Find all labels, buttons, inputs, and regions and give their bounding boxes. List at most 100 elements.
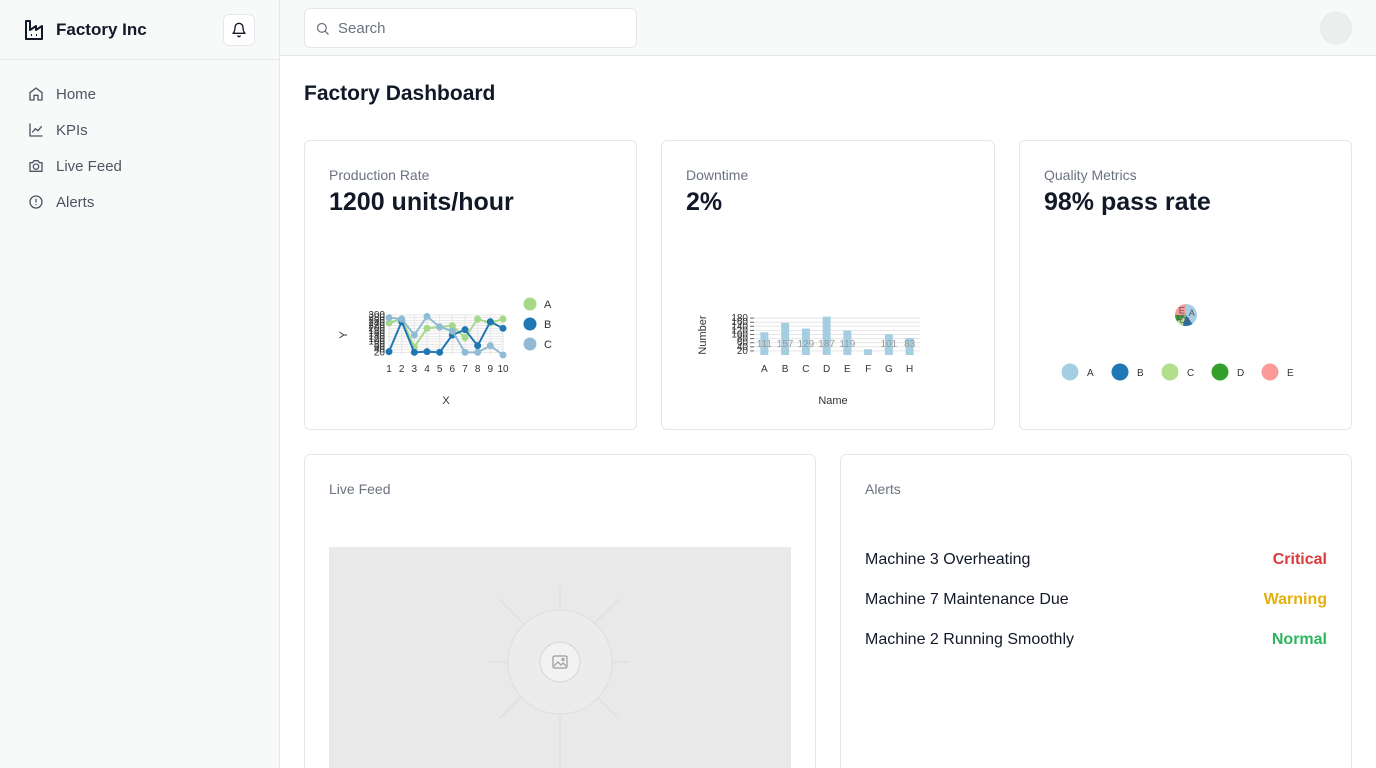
live-feed-image[interactable] — [329, 547, 791, 768]
legend-marker — [1161, 363, 1179, 381]
alert-circle-icon — [29, 195, 43, 209]
y-axis-label: Number — [697, 315, 709, 354]
data-label: 157 — [777, 339, 794, 350]
data-label: 187 — [818, 339, 835, 350]
legend-label: C — [544, 339, 552, 351]
data-point — [436, 348, 444, 356]
quality-pie-chart: ABCDEA B C D E — [1061, 304, 1294, 381]
x-tick-label: 4 — [424, 364, 430, 375]
data-point — [385, 314, 393, 322]
alert-item[interactable]: Machine 3 Overheating Critical — [865, 548, 1327, 572]
data-point — [423, 312, 431, 320]
data-label: 119 — [839, 339, 855, 350]
alert-name: Machine 3 Overheating — [865, 551, 1031, 568]
legend-label: D — [1237, 368, 1244, 379]
alert-item[interactable]: Machine 7 Maintenance Due Warning — [865, 588, 1327, 612]
data-point — [461, 326, 469, 334]
alert-status-badge: Normal — [1271, 631, 1327, 648]
sidebar-item-alerts[interactable]: Alerts — [16, 184, 263, 220]
image-placeholder — [489, 587, 629, 768]
x-tick-label: D — [823, 364, 830, 375]
search-input[interactable] — [338, 19, 618, 37]
bar-F — [864, 349, 873, 355]
data-label: 83 — [904, 339, 916, 350]
y-tick-label: 300 — [368, 310, 385, 321]
sidebar-item-kpis[interactable]: KPIs — [16, 112, 263, 148]
legend-marker — [1061, 363, 1079, 381]
alert-name: Machine 2 Running Smoothly — [865, 631, 1075, 648]
legend-marker — [523, 337, 537, 351]
alert-name: Machine 7 Maintenance Due — [865, 591, 1069, 608]
legend-marker — [1261, 363, 1279, 381]
x-tick-label: A — [761, 364, 768, 375]
x-tick-label: C — [802, 364, 809, 375]
y-axis-label: Y — [338, 331, 350, 339]
data-point — [486, 342, 494, 350]
downtime-bar-chart: 20406080100120140160180A111B157C129D187E… — [697, 313, 920, 407]
legend-marker — [1211, 363, 1229, 381]
data-point — [474, 315, 482, 323]
factory-icon — [25, 19, 43, 40]
data-point — [486, 318, 494, 326]
sidebar-item-home[interactable]: Home — [16, 76, 263, 112]
legend-marker — [523, 317, 537, 331]
sidebar-item-label: Home — [56, 85, 97, 103]
sidebar-item-label: Live Feed — [56, 157, 122, 175]
slice-label: E — [1179, 306, 1185, 316]
x-axis-label: Name — [818, 395, 847, 407]
sidebar-item-live-feed[interactable]: Live Feed — [16, 148, 263, 184]
bell-icon — [232, 22, 246, 38]
data-point — [410, 331, 418, 339]
data-point — [499, 315, 507, 323]
sidebar-nav: Home KPIs Live Feed Alerts — [0, 60, 279, 236]
data-point — [436, 323, 444, 331]
x-tick-label: G — [885, 364, 893, 375]
sidebar: Factory Inc Home KPIs Live Feed Alerts — [0, 0, 280, 768]
production-rate-card: Production Rate 1200 units/hour 20 40 60 80… — [304, 140, 637, 430]
data-point — [474, 342, 482, 350]
search-box[interactable] — [304, 8, 637, 48]
sidebar-item-label: KPIs — [56, 121, 88, 139]
alert-item[interactable]: Machine 2 Running Smoothly Normal — [865, 628, 1327, 652]
x-axis-label: X — [442, 395, 450, 407]
y-tick-label: 180 — [731, 313, 748, 324]
card-label: Live Feed — [329, 481, 391, 497]
x-tick-label: 9 — [488, 364, 494, 375]
legend-label: A — [1087, 368, 1094, 379]
legend-label: B — [544, 319, 551, 331]
sidebar-item-label: Alerts — [56, 193, 95, 211]
x-tick-label: 1 — [386, 364, 392, 375]
alert-status-badge: Warning — [1263, 591, 1327, 608]
data-point — [474, 348, 482, 356]
notifications-button[interactable] — [223, 14, 255, 46]
data-label: 111 — [757, 339, 773, 350]
search-icon — [316, 22, 329, 35]
data-point — [423, 348, 431, 356]
x-tick-label: 7 — [462, 364, 468, 375]
x-tick-label: 3 — [412, 364, 418, 375]
legend-marker — [523, 297, 537, 311]
data-point — [398, 315, 406, 323]
home-icon — [29, 87, 43, 101]
x-tick-label: F — [865, 364, 871, 375]
page-title: Factory Dashboard — [304, 82, 496, 105]
data-point — [499, 351, 507, 359]
camera-icon — [29, 160, 43, 172]
alert-status-badge: Critical — [1272, 551, 1327, 568]
legend-marker — [1111, 363, 1129, 381]
card-label: Alerts — [865, 481, 901, 497]
avatar[interactable] — [1320, 12, 1352, 44]
legend-label: E — [1287, 368, 1294, 379]
data-point — [385, 348, 393, 356]
top-bar — [280, 0, 1376, 56]
alerts-card: Alerts Machine 3 Overheating Critical Ma… — [840, 454, 1352, 768]
data-point — [410, 348, 418, 356]
x-tick-label: 8 — [475, 364, 481, 375]
x-tick-label: B — [782, 364, 789, 375]
data-point — [461, 334, 469, 342]
x-tick-label: 2 — [399, 364, 405, 375]
production-line-chart: 2040608010012014016018020022024026028030… — [338, 297, 552, 407]
chart-line-icon — [29, 123, 43, 137]
legend-label: A — [544, 299, 552, 311]
brand-header: Factory Inc — [0, 0, 279, 60]
